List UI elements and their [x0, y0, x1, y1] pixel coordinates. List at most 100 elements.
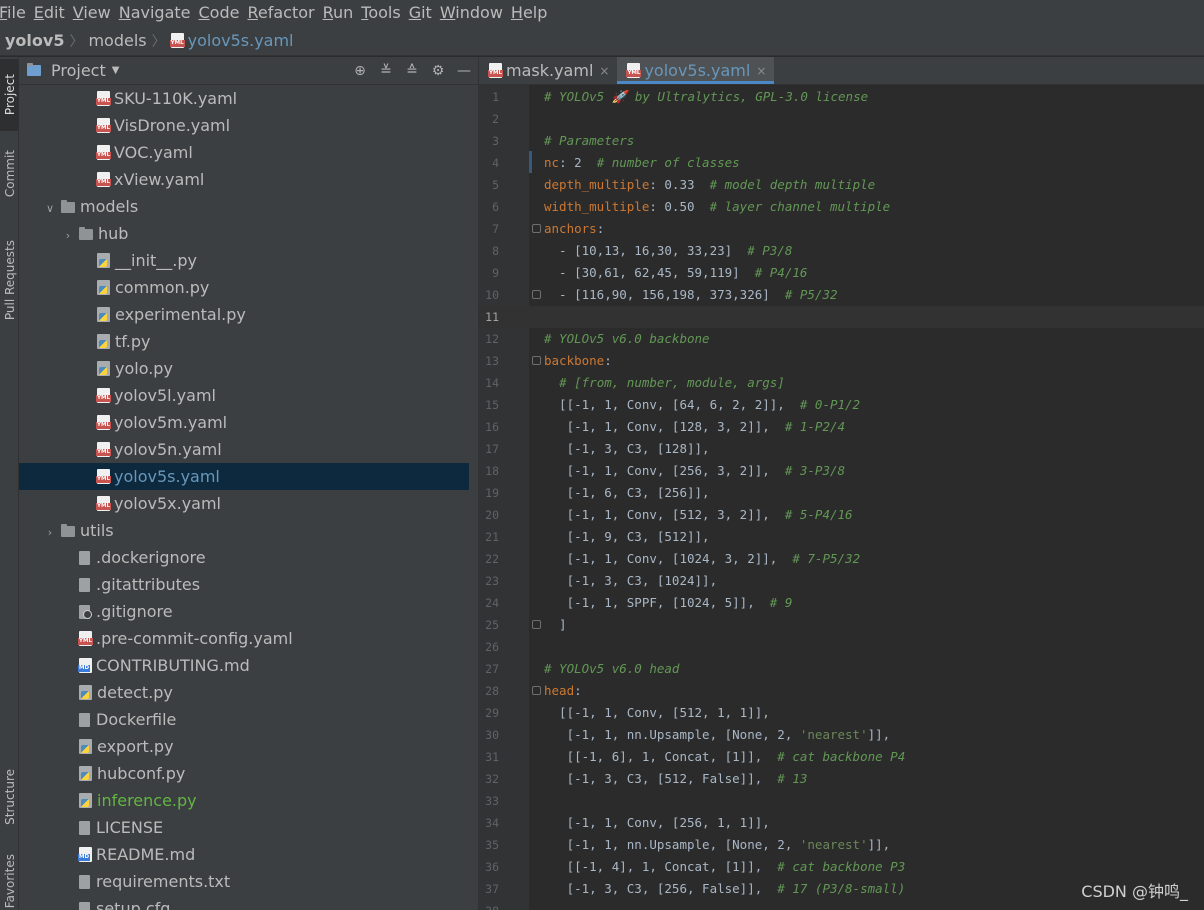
menu-view[interactable]: View	[73, 0, 117, 26]
menu-help[interactable]: Help	[511, 0, 553, 26]
tree-item[interactable]: VOC.yaml	[19, 139, 469, 166]
code-line[interactable]: 6 width_multiple: 0.50 # layer channel mu…	[479, 196, 1204, 218]
tree-item[interactable]: README.md	[19, 841, 469, 868]
menu-git[interactable]: Git	[409, 0, 438, 26]
code-line[interactable]: 35 [-1, 1, nn.Upsample, [None, 2, 'neare…	[479, 834, 1204, 856]
menu-window[interactable]: Window	[440, 0, 509, 26]
code-line[interactable]: 27 # YOLOv5 v6.0 head	[479, 658, 1204, 680]
tab-yolov5s-yaml[interactable]: yolov5s.yaml ×	[617, 57, 775, 84]
code-line[interactable]: 11	[479, 306, 1204, 328]
code-line[interactable]: 17 [-1, 3, C3, [128]],	[479, 438, 1204, 460]
fold-marker-icon[interactable]	[532, 686, 541, 695]
code-line[interactable]: 1 # YOLOv5 🚀 by Ultralytics, GPL-3.0 lice…	[479, 86, 1204, 108]
code-line[interactable]: 4 nc: 2 # number of classes	[479, 152, 1204, 174]
tab-mask-yaml[interactable]: mask.yaml ×	[479, 57, 617, 84]
stripe-pull-requests-button[interactable]: Pull Requests	[0, 225, 19, 335]
code-line[interactable]: 5 depth_multiple: 0.33 # model depth mult…	[479, 174, 1204, 196]
tree-item[interactable]: hubconf.py	[19, 760, 469, 787]
code-line[interactable]: 19 [-1, 6, C3, [256]],	[479, 482, 1204, 504]
fold-marker-icon[interactable]	[532, 224, 541, 233]
tree-item[interactable]: yolov5x.yaml	[19, 490, 469, 517]
tree-item[interactable]: export.py	[19, 733, 469, 760]
stripe-favorites-button[interactable]: Favorites	[0, 852, 19, 910]
code-line[interactable]: 15 [[-1, 1, Conv, [64, 6, 2, 2]], # 0-P1…	[479, 394, 1204, 416]
breadcrumb-project[interactable]: yolov5	[5, 31, 64, 50]
stripe-project-button[interactable]: Project	[0, 59, 19, 131]
tree-item[interactable]: CONTRIBUTING.md	[19, 652, 469, 679]
tree-item[interactable]: requirements.txt	[19, 868, 469, 895]
code-line[interactable]: 12 # YOLOv5 v6.0 backbone	[479, 328, 1204, 350]
code-line[interactable]: 30 [-1, 1, nn.Upsample, [None, 2, 'neare…	[479, 724, 1204, 746]
tree-item[interactable]: inference.py	[19, 787, 469, 814]
expand-all-icon[interactable]: ≚	[378, 63, 394, 79]
code-line[interactable]: 25 ]	[479, 614, 1204, 636]
menu-edit[interactable]: Edit	[34, 0, 71, 26]
tree-item[interactable]: yolov5m.yaml	[19, 409, 469, 436]
tree-item[interactable]: ∨ models	[19, 193, 469, 220]
tree-item[interactable]: VisDrone.yaml	[19, 112, 469, 139]
stripe-structure-button[interactable]: Structure	[0, 757, 19, 837]
code-line[interactable]: 14 # [from, number, module, args]	[479, 372, 1204, 394]
tree-item[interactable]: .gitattributes	[19, 571, 469, 598]
code-line[interactable]: 34 [-1, 1, Conv, [256, 1, 1]],	[479, 812, 1204, 834]
code-line[interactable]: 10 - [116,90, 156,198, 373,326] # P5/32	[479, 284, 1204, 306]
close-icon[interactable]: ×	[599, 64, 609, 78]
tree-item[interactable]: yolov5s.yaml	[19, 463, 469, 490]
tree-item[interactable]: yolo.py	[19, 355, 469, 382]
collapse-arrow-icon[interactable]: ›	[43, 519, 57, 546]
tree-item[interactable]: LICENSE	[19, 814, 469, 841]
collapse-all-icon[interactable]: ≙	[404, 63, 420, 79]
menu-navigate[interactable]: Navigate	[119, 0, 197, 26]
tree-item[interactable]: .pre-commit-config.yaml	[19, 625, 469, 652]
menu-code[interactable]: Code	[199, 0, 246, 26]
close-icon[interactable]: ×	[756, 64, 766, 78]
code-line[interactable]: 33	[479, 790, 1204, 812]
tree-item[interactable]: detect.py	[19, 679, 469, 706]
code-line[interactable]: 21 [-1, 9, C3, [512]],	[479, 526, 1204, 548]
tree-item[interactable]: .dockerignore	[19, 544, 469, 571]
code-line[interactable]: 20 [-1, 1, Conv, [512, 3, 2]], # 5-P4/16	[479, 504, 1204, 526]
code-line[interactable]: 22 [-1, 1, Conv, [1024, 3, 2]], # 7-P5/3…	[479, 548, 1204, 570]
tree-item[interactable]: xView.yaml	[19, 166, 469, 193]
stripe-commit-button[interactable]: Commit	[0, 139, 19, 209]
tree-item[interactable]: __init__.py	[19, 247, 469, 274]
collapse-arrow-icon[interactable]: ›	[61, 222, 75, 249]
tree-item[interactable]: yolov5n.yaml	[19, 436, 469, 463]
code-line[interactable]: 16 [-1, 1, Conv, [128, 3, 2]], # 1-P2/4	[479, 416, 1204, 438]
code-line[interactable]: 31 [[-1, 6], 1, Concat, [1]], # cat back…	[479, 746, 1204, 768]
code-line[interactable]: 18 [-1, 1, Conv, [256, 3, 2]], # 3-P3/8	[479, 460, 1204, 482]
code-line[interactable]: 32 [-1, 3, C3, [512, False]], # 13	[479, 768, 1204, 790]
code-line[interactable]: 13 backbone:	[479, 350, 1204, 372]
tree-item[interactable]: setup.cfg	[19, 895, 469, 910]
chevron-down-icon[interactable]: ▼	[112, 65, 120, 76]
menu-refactor[interactable]: Refactor	[247, 0, 320, 26]
fold-marker-icon[interactable]	[532, 356, 541, 365]
tree-item[interactable]: common.py	[19, 274, 469, 301]
menu-file[interactable]: File	[0, 0, 32, 26]
code-line[interactable]: 23 [-1, 3, C3, [1024]],	[479, 570, 1204, 592]
code-line[interactable]: 36 [[-1, 4], 1, Concat, [1]], # cat back…	[479, 856, 1204, 878]
gear-icon[interactable]: ⚙	[430, 63, 446, 79]
code-line[interactable]: 28 head:	[479, 680, 1204, 702]
code-line[interactable]: 24 [-1, 1, SPPF, [1024, 5]], # 9	[479, 592, 1204, 614]
code-line[interactable]: 7 anchors:	[479, 218, 1204, 240]
tree-item[interactable]: .gitignore	[19, 598, 469, 625]
tree-item[interactable]: Dockerfile	[19, 706, 469, 733]
code-line[interactable]: 9 - [30,61, 62,45, 59,119] # P4/16	[479, 262, 1204, 284]
code-line[interactable]: 26	[479, 636, 1204, 658]
code-area[interactable]: 1 # YOLOv5 🚀 by Ultralytics, GPL-3.0 lice…	[479, 85, 1204, 910]
project-view-selector[interactable]: Project	[51, 61, 106, 80]
breadcrumb-folder[interactable]: models	[88, 31, 146, 50]
tree-item[interactable]: SKU-110K.yaml	[19, 85, 469, 112]
menu-run[interactable]: Run	[323, 0, 360, 26]
menu-tools[interactable]: Tools	[361, 0, 406, 26]
fold-marker-icon[interactable]	[532, 290, 541, 299]
code-line[interactable]: 8 - [10,13, 16,30, 33,23] # P3/8	[479, 240, 1204, 262]
tree-item[interactable]: experimental.py	[19, 301, 469, 328]
expand-arrow-icon[interactable]: ∨	[43, 195, 57, 222]
fold-marker-icon[interactable]	[532, 620, 541, 629]
tree-item[interactable]: yolov5l.yaml	[19, 382, 469, 409]
locate-file-icon[interactable]: ⊕	[352, 63, 368, 79]
code-line[interactable]: 3 # Parameters	[479, 130, 1204, 152]
code-line[interactable]: 29 [[-1, 1, Conv, [512, 1, 1]],	[479, 702, 1204, 724]
